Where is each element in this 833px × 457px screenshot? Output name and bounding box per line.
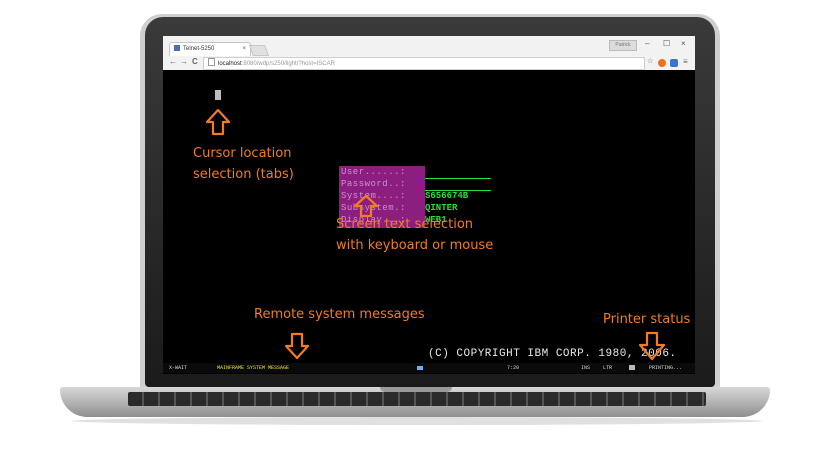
new-tab-button[interactable] <box>248 45 270 56</box>
forward-button[interactable]: → <box>180 57 188 66</box>
url-path: :8080/wdp/s250/light/?host=ISCAR <box>241 61 335 67</box>
tab-favicon-icon <box>174 45 180 51</box>
user-input[interactable] <box>425 178 491 179</box>
text-direction: LTR <box>603 365 613 371</box>
printer-icon[interactable] <box>629 365 635 370</box>
profile-button[interactable]: Patrick <box>609 40 637 51</box>
cursor-position: 7:20 <box>507 365 520 371</box>
annotation-cursor-line2: selection (tabs) <box>193 167 294 182</box>
browser-chrome: Telnet-5250 × Patrick – ☐ × ← → C localh… <box>163 36 695 71</box>
status-message: MAINFRAME SYSTEM MESSAGE <box>217 365 290 371</box>
status-bar: X-WAIT MAINFRAME SYSTEM MESSAGE 7:20 INS… <box>163 363 695 373</box>
page-icon <box>208 58 215 66</box>
printer-arrow-icon <box>638 331 666 361</box>
annotation-remote-messages: Remote system messages <box>254 307 425 322</box>
annotation-cursor-line1: Cursor location <box>193 146 292 161</box>
translate-icon[interactable] <box>670 59 678 67</box>
minimize-button[interactable]: – <box>645 39 649 48</box>
annotation-cursor: Cursor location selection (tabs) <box>193 145 294 183</box>
maximize-button[interactable]: ☐ <box>663 39 670 48</box>
annotation-printer-status: Printer status <box>603 312 691 327</box>
field-label-password: Password..: <box>341 179 406 189</box>
laptop-keyboard <box>128 392 706 406</box>
menu-icon[interactable]: ≡ <box>683 57 688 66</box>
laptop-shadow <box>72 417 762 425</box>
insert-mode: INS <box>581 365 591 371</box>
bookmark-star-icon[interactable]: ☆ <box>647 57 653 65</box>
address-bar[interactable]: localhost:8080/wdp/s250/light/?host=ISCA… <box>203 57 645 70</box>
laptop-hinge <box>380 387 452 392</box>
tab-title: Telnet-5250 <box>183 46 215 52</box>
printer-status: PRINTING... <box>649 365 683 371</box>
annotation-text-line2: with keyboard or mouse <box>336 238 494 253</box>
text-selection-arrow-icon <box>353 194 379 218</box>
annotation-text-selection: Screen text selection with keyboard or m… <box>336 216 493 254</box>
system-value: S656674B <box>425 191 469 201</box>
annotation-text-line1: Screen text selection <box>336 217 474 232</box>
navigation-bar: ← → C localhost:8080/wdp/s250/light/?hos… <box>163 56 695 70</box>
back-button[interactable]: ← <box>169 57 177 66</box>
reload-button[interactable]: C <box>192 57 198 66</box>
url-host: localhost <box>218 61 242 67</box>
extension-icon[interactable] <box>658 59 666 67</box>
tab-close-icon[interactable]: × <box>242 43 246 56</box>
remote-messages-arrow-icon <box>284 332 310 360</box>
status-state: X-WAIT <box>169 365 188 371</box>
terminal-cursor <box>215 90 221 100</box>
subsystem-value: QINTER <box>425 203 458 213</box>
browser-tab[interactable]: Telnet-5250 × <box>169 42 251 56</box>
envelope-icon[interactable] <box>417 366 423 370</box>
field-label-user: User......: <box>341 167 406 177</box>
cursor-arrow-icon <box>205 108 231 136</box>
close-window-button[interactable]: × <box>681 39 686 48</box>
